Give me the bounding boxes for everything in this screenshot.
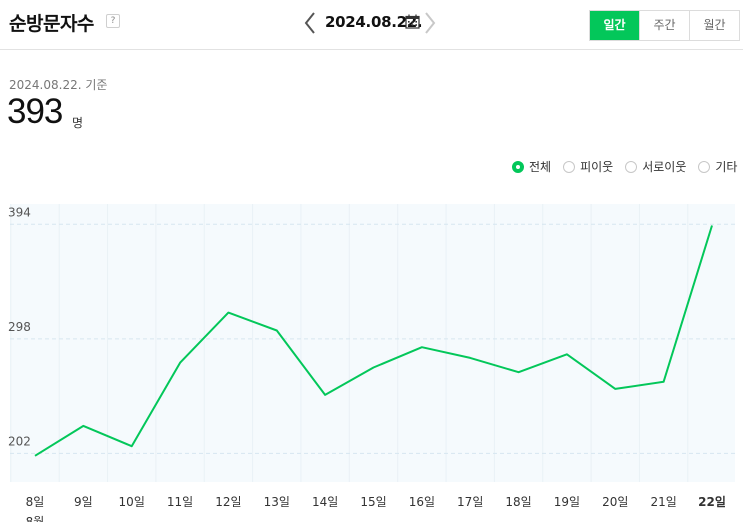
x-tick-label: 12일 bbox=[215, 495, 241, 509]
x-tick-label: 15일 bbox=[360, 495, 386, 509]
visitor-line-chart: 394 298 202 8일 9일 10일 11일 12일 13일 14일 15일 16일 17일 18일… bbox=[8, 204, 735, 522]
calendar-icon[interactable] bbox=[405, 14, 420, 29]
filter-mutual-neighbor[interactable]: 서로이웃 bbox=[625, 158, 686, 175]
y-tick-label: 298 bbox=[8, 320, 31, 334]
radio-icon[interactable] bbox=[698, 160, 711, 173]
visitor-filter-group: 전체 피이웃 서로이웃 기타 bbox=[512, 158, 737, 175]
radio-icon[interactable] bbox=[625, 160, 638, 173]
x-tick-label: 20일 bbox=[602, 495, 628, 509]
filter-label: 서로이웃 bbox=[642, 160, 687, 174]
filter-neighbor[interactable]: 피이웃 bbox=[563, 158, 613, 175]
x-tick-label: 17일 bbox=[457, 495, 483, 509]
tab-monthly[interactable]: 월간 bbox=[689, 11, 739, 40]
filter-label: 기타 bbox=[715, 160, 738, 174]
x-tick-label: 22일 bbox=[698, 495, 726, 509]
x-month-label: 8월 bbox=[26, 515, 45, 522]
x-tick-label: 13일 bbox=[264, 495, 290, 509]
y-tick-label: 394 bbox=[8, 205, 31, 219]
header-divider bbox=[0, 49, 743, 50]
radio-icon[interactable] bbox=[563, 160, 576, 173]
x-tick-label: 10일 bbox=[119, 495, 145, 509]
help-icon[interactable]: ? bbox=[106, 14, 120, 28]
x-tick-label: 21일 bbox=[650, 495, 676, 509]
period-tabs: 일간 주간 월간 bbox=[589, 10, 740, 41]
x-tick-label: 14일 bbox=[312, 495, 338, 509]
next-date-icon[interactable] bbox=[423, 11, 437, 35]
filter-other[interactable]: 기타 bbox=[698, 158, 737, 175]
x-tick-label: 18일 bbox=[505, 495, 531, 509]
page-title: 순방문자수 bbox=[9, 13, 94, 35]
x-tick-label: 9일 bbox=[74, 495, 93, 509]
tab-weekly[interactable]: 주간 bbox=[639, 11, 689, 40]
radio-selected-icon[interactable] bbox=[512, 160, 524, 173]
filter-all[interactable]: 전체 bbox=[512, 158, 551, 175]
previous-date-icon[interactable] bbox=[303, 11, 317, 35]
filter-label: 전체 bbox=[529, 160, 552, 174]
x-tick-label: 16일 bbox=[409, 495, 435, 509]
tab-daily[interactable]: 일간 bbox=[590, 11, 639, 40]
x-tick-label: 11일 bbox=[167, 495, 193, 509]
visitor-count-unit: 명 bbox=[72, 116, 84, 130]
x-tick-label: 19일 bbox=[554, 495, 580, 509]
visitor-count: 393 bbox=[7, 92, 63, 131]
filter-label: 피이웃 bbox=[580, 160, 614, 174]
y-tick-label: 202 bbox=[8, 434, 31, 448]
x-tick-label: 8일 bbox=[26, 495, 45, 509]
basis-date: 2024.08.22. 기준 bbox=[9, 78, 108, 92]
